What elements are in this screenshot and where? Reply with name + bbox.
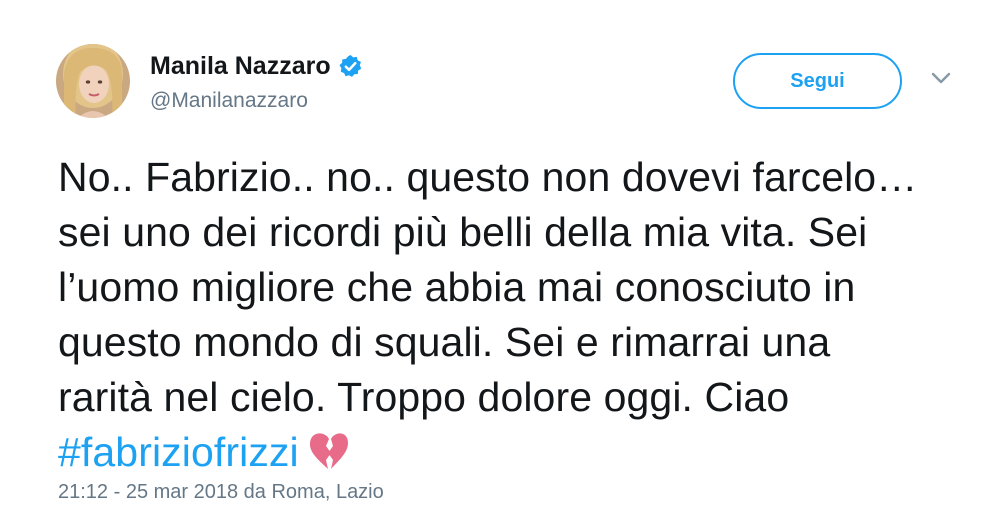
broken-heart-icon bbox=[307, 430, 351, 472]
tweet-text-line: l’uomo migliore che abbia mai conosciuto… bbox=[58, 264, 856, 310]
chevron-down-icon[interactable] bbox=[930, 70, 952, 86]
tweet-text: No.. Fabrizio.. no.. questo non dovevi f… bbox=[58, 150, 973, 480]
author-row: Manila Nazzaro bbox=[150, 52, 363, 81]
tweet-text-line: questo mondo di squali. Sei e rimarrai u… bbox=[58, 319, 831, 365]
tweet-timestamp[interactable]: 21:12 - 25 mar 2018 da Roma, Lazio bbox=[58, 481, 384, 504]
tweet-card: Manila Nazzaro @Manilanazzaro Segui No..… bbox=[0, 0, 1000, 522]
follow-button[interactable]: Segui bbox=[733, 53, 902, 109]
tweet-text-line: No.. Fabrizio.. no.. questo non dovevi f… bbox=[58, 154, 918, 200]
hashtag-link[interactable]: #fabriziofrizzi bbox=[58, 429, 299, 475]
tweet-text-line: sei uno dei ricordi più belli della mia … bbox=[58, 209, 868, 255]
author-handle[interactable]: @Manilanazzaro bbox=[150, 89, 308, 113]
verified-badge-icon bbox=[338, 54, 363, 79]
avatar[interactable] bbox=[56, 44, 130, 118]
author-name[interactable]: Manila Nazzaro bbox=[150, 52, 331, 81]
hashtag-line: #fabriziofrizzi bbox=[58, 425, 973, 480]
tweet-text-line: rarità nel cielo. Troppo dolore oggi. Ci… bbox=[58, 374, 790, 420]
